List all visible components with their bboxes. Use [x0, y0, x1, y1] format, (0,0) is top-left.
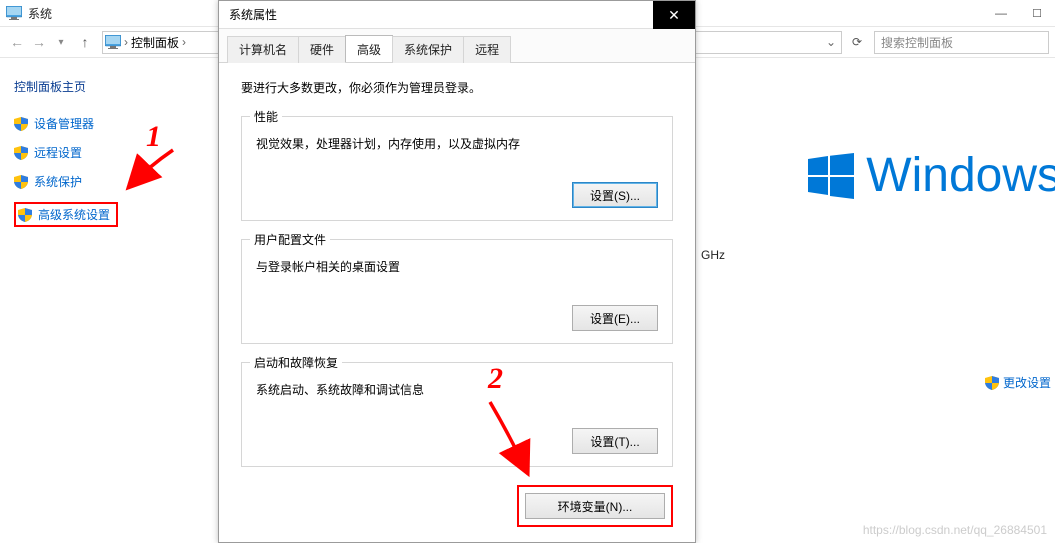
nav-forward-button[interactable]: → [28, 31, 50, 53]
breadcrumb-sep: › [179, 35, 189, 49]
windows-brand: Windows [808, 148, 1055, 203]
nav-back-button[interactable]: ← [6, 31, 28, 53]
group-startup-recovery: 启动和故障恢复 系统启动、系统故障和调试信息 设置(T)... [241, 362, 673, 467]
dialog-titlebar[interactable]: 系统属性 ✕ [219, 1, 695, 29]
group-label: 用户配置文件 [250, 231, 330, 248]
change-settings-link[interactable]: 更改设置 [985, 374, 1051, 391]
group-label: 性能 [250, 108, 282, 125]
tab-advanced[interactable]: 高级 [345, 35, 393, 62]
address-dropdown[interactable]: ⌄ [821, 35, 841, 49]
nav-history-dropdown[interactable]: ▾ [50, 31, 72, 53]
tab-remote[interactable]: 远程 [463, 36, 511, 63]
shield-icon [14, 117, 28, 131]
sidebar-item-system-protection[interactable]: 系统保护 [14, 173, 203, 190]
nav-up-button[interactable]: ↑ [74, 31, 96, 53]
watermark: https://blog.csdn.net/qq_26884501 [863, 523, 1047, 537]
group-desc: 视觉效果，处理器计划，内存使用，以及虚拟内存 [256, 135, 658, 152]
sidebar-item-advanced-system[interactable]: 高级系统设置 [14, 202, 118, 227]
maximize-button[interactable]: ☐ [1019, 0, 1055, 26]
env-var-row: 环境变量(N)... [241, 485, 673, 527]
search-placeholder: 搜索控制面板 [881, 34, 953, 51]
dialog-title: 系统属性 [229, 6, 277, 23]
startup-settings-button[interactable]: 设置(T)... [572, 428, 658, 454]
shield-icon [18, 208, 32, 222]
environment-variables-button[interactable]: 环境变量(N)... [525, 493, 665, 519]
sidebar-item-label: 设备管理器 [34, 115, 94, 132]
group-label: 启动和故障恢复 [250, 354, 342, 371]
dialog-body: 要进行大多数更改，你必须作为管理员登录。 性能 视觉效果，处理器计划，内存使用，… [219, 63, 695, 542]
windows-text: Windows [866, 148, 1055, 203]
performance-settings-button[interactable]: 设置(S)... [572, 182, 658, 208]
shield-icon [14, 175, 28, 189]
group-performance: 性能 视觉效果，处理器计划，内存使用，以及虚拟内存 设置(S)... [241, 116, 673, 221]
dialog-close-button[interactable]: ✕ [653, 1, 695, 29]
tabs-row: 计算机名 硬件 高级 系统保护 远程 [219, 29, 695, 63]
address-icon [105, 35, 121, 49]
change-settings-label: 更改设置 [1003, 374, 1051, 391]
ghz-fragment: GHz [701, 248, 725, 262]
refresh-button[interactable]: ⟳ [844, 30, 870, 54]
group-user-profile: 用户配置文件 与登录帐户相关的桌面设置 设置(E)... [241, 239, 673, 344]
breadcrumb-control-panel[interactable]: 控制面板 [131, 34, 179, 51]
group-desc: 系统启动、系统故障和调试信息 [256, 381, 658, 398]
search-input[interactable]: 搜索控制面板 [874, 31, 1049, 54]
sidebar-item-remote-settings[interactable]: 远程设置 [14, 144, 203, 161]
sidebar-item-label: 高级系统设置 [38, 206, 110, 223]
minimize-button[interactable]: — [983, 0, 1019, 26]
tab-hardware[interactable]: 硬件 [298, 36, 346, 63]
system-properties-dialog: 系统属性 ✕ 计算机名 硬件 高级 系统保护 远程 要进行大多数更改，你必须作为… [218, 0, 696, 543]
system-icon [6, 6, 22, 20]
content-right: Windows [700, 58, 1055, 203]
group-desc: 与登录帐户相关的桌面设置 [256, 258, 658, 275]
env-var-highlight: 环境变量(N)... [517, 485, 673, 527]
breadcrumb-sep: › [121, 35, 131, 49]
shield-icon [14, 146, 28, 160]
tab-computer-name[interactable]: 计算机名 [227, 36, 299, 63]
shield-icon [985, 376, 999, 390]
sidebar: 控制面板主页 设备管理器 远程设置 系统保护 高级系统设置 [0, 58, 215, 227]
dialog-note: 要进行大多数更改，你必须作为管理员登录。 [241, 79, 673, 96]
windows-logo-icon [808, 153, 854, 199]
sidebar-item-device-manager[interactable]: 设备管理器 [14, 115, 203, 132]
user-profile-settings-button[interactable]: 设置(E)... [572, 305, 658, 331]
sidebar-item-label: 远程设置 [34, 144, 82, 161]
tab-system-protection[interactable]: 系统保护 [392, 36, 464, 63]
window-title: 系统 [28, 5, 52, 22]
sidebar-home[interactable]: 控制面板主页 [14, 78, 203, 95]
sidebar-item-label: 系统保护 [34, 173, 82, 190]
